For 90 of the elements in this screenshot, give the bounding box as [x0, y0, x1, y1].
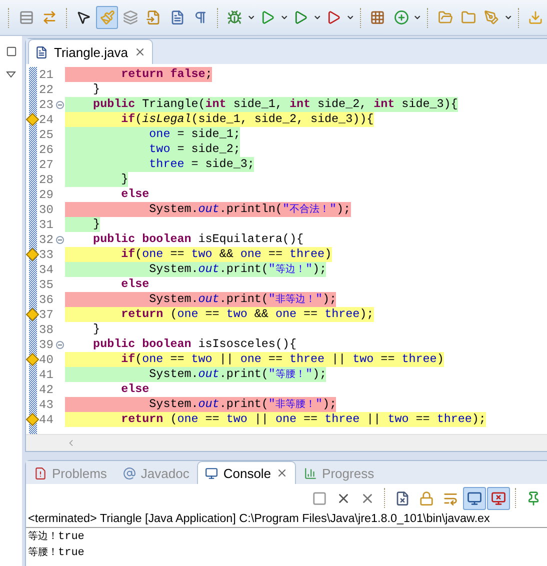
- view-tab[interactable]: Console: [197, 461, 296, 484]
- line-number: 42: [38, 382, 54, 396]
- layers-icon: [122, 10, 138, 25]
- play-icon: [260, 10, 276, 25]
- line-number: 32: [38, 232, 54, 246]
- folder-icon: [438, 10, 453, 25]
- line-number: 25: [38, 128, 54, 142]
- toolbar-button[interactable]: [487, 486, 510, 510]
- wrap-icon: [443, 490, 458, 506]
- stop-icon: [312, 490, 327, 506]
- collapse-icon[interactable]: [56, 100, 64, 108]
- code-line: }: [92, 82, 100, 97]
- line-number: 44: [38, 412, 54, 426]
- dropdown-caret-icon[interactable]: [246, 13, 256, 22]
- folder-icon: [461, 10, 476, 25]
- console-output-line: 等边！true: [27, 530, 86, 544]
- lock-icon: [419, 490, 434, 506]
- code-line: else: [120, 382, 150, 397]
- pin-icon: [526, 490, 541, 506]
- at-sign-icon: [122, 466, 136, 480]
- grid-icon: [370, 10, 386, 25]
- line-number: 27: [38, 158, 54, 172]
- line-number: 21: [38, 68, 54, 82]
- line-number: 41: [38, 368, 54, 382]
- progress-icon: [304, 466, 318, 480]
- tab-label: Console: [223, 466, 272, 480]
- line-number: 23: [38, 98, 54, 112]
- play-icon: [326, 10, 342, 25]
- code-line: }: [92, 322, 100, 337]
- paragraph-icon: [192, 10, 208, 25]
- bug-icon: [227, 10, 242, 25]
- document-arrow-icon: [146, 10, 162, 25]
- line-number: 28: [38, 172, 54, 186]
- close-icon[interactable]: [134, 46, 146, 58]
- toolbar-button[interactable]: [463, 486, 486, 510]
- line-number: 37: [38, 308, 54, 322]
- line-number: 29: [38, 188, 54, 202]
- monitor-icon: [491, 490, 506, 506]
- list-icon: [18, 10, 34, 25]
- download-icon: [528, 10, 544, 25]
- tab-label: Problems: [52, 466, 107, 480]
- close-icon[interactable]: [276, 467, 288, 479]
- tab-label: Javadoc: [140, 466, 190, 480]
- brush-icon: [100, 10, 115, 25]
- line-number: 22: [38, 82, 54, 96]
- tab-label: Triangle.java: [54, 44, 128, 60]
- line-number: 35: [38, 278, 54, 292]
- dropdown-caret-icon[interactable]: [413, 13, 422, 22]
- monitor-icon: [205, 466, 218, 480]
- line-number: 38: [38, 322, 54, 336]
- collapse-icon[interactable]: [56, 340, 64, 348]
- line-number: 24: [38, 112, 54, 126]
- arrows-icon: [42, 10, 57, 25]
- line-number: 36: [38, 292, 54, 306]
- line-number: 34: [38, 262, 54, 276]
- line-number: 26: [38, 142, 54, 156]
- dropdown-caret-icon[interactable]: [346, 13, 355, 22]
- line-number: 40: [38, 352, 54, 366]
- cursor-icon: [76, 10, 92, 25]
- console-header: <terminated> Triangle [Java Application] C:\Program Files\Java\jre1.8.0_101\bin\javaw.ex: [26, 510, 547, 528]
- code-line: public boolean isIsosceles(){: [92, 337, 296, 352]
- monitor-icon: [467, 490, 482, 506]
- view-tab[interactable]: Problems: [26, 461, 115, 484]
- console-output-line: 等腰！true: [27, 546, 86, 560]
- horizontal-scrollbar[interactable]: [26, 434, 547, 451]
- code-line: else: [120, 277, 150, 292]
- view-menu-icon[interactable]: [6, 71, 16, 78]
- code-line: else: [120, 187, 150, 202]
- warning-document-icon: [34, 466, 47, 480]
- dropdown-caret-icon[interactable]: [280, 13, 289, 22]
- line-number: 30: [38, 202, 54, 216]
- tab-label: Progress: [322, 466, 374, 480]
- java-file-icon: [35, 46, 48, 58]
- document-icon: [170, 10, 185, 25]
- line-number: 39: [38, 338, 54, 352]
- code-line: public boolean isEquilatera(){: [92, 232, 304, 247]
- editor-tab[interactable]: Triangle.java: [28, 39, 153, 64]
- collapse-icon[interactable]: [56, 236, 64, 244]
- document-icon: [395, 490, 410, 506]
- line-number: 31: [38, 218, 54, 232]
- restore-icon[interactable]: [6, 46, 16, 57]
- line-number: 33: [38, 248, 54, 262]
- dropdown-caret-icon[interactable]: [312, 13, 322, 22]
- dropdown-caret-icon[interactable]: [504, 13, 513, 22]
- add-circle-icon: [394, 10, 409, 25]
- pen-icon: [484, 10, 500, 25]
- line-number: 43: [38, 398, 54, 412]
- view-tab[interactable]: Javadoc: [114, 461, 198, 484]
- play-icon: [293, 10, 308, 25]
- view-tab[interactable]: Progress: [296, 461, 382, 484]
